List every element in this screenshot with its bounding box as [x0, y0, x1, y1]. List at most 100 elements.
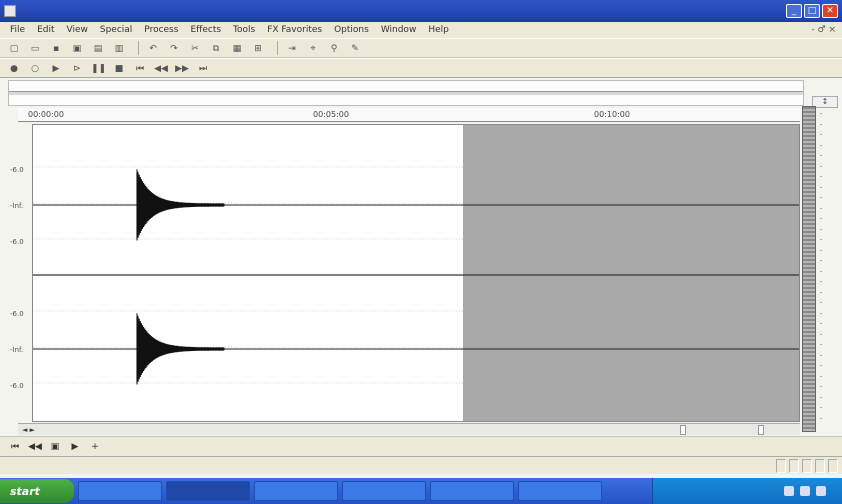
waveform-display[interactable]: [32, 124, 800, 422]
taskbar-item[interactable]: [166, 481, 250, 501]
taskbar-item[interactable]: [342, 481, 426, 501]
minimize-button[interactable]: _: [786, 4, 802, 18]
copy-icon[interactable]: ⧉: [208, 41, 224, 55]
playbar: ⏮ ◀◀ ▣ ▶ +: [0, 436, 842, 456]
print-icon[interactable]: ▤: [90, 41, 106, 55]
waveform-overview[interactable]: [8, 80, 804, 106]
stop-icon[interactable]: ■: [111, 61, 127, 75]
title-bar: _ □ ✕: [0, 0, 842, 22]
save-as-icon[interactable]: ▣: [69, 41, 85, 55]
menu-tools[interactable]: Tools: [227, 25, 261, 35]
meter-tick: -: [820, 320, 823, 327]
status-bar: [0, 456, 842, 474]
print-preview-icon[interactable]: ▥: [111, 41, 127, 55]
meter-tick: -: [820, 215, 823, 222]
menu-help[interactable]: Help: [422, 25, 455, 35]
mdi-window-controls[interactable]: - ♂ ×: [811, 25, 842, 35]
undo-icon[interactable]: ↶: [145, 41, 161, 55]
menu-process[interactable]: Process: [138, 25, 184, 35]
transport-toolbar: ● ○ ▶ ⊳ ❚❚ ■ ⏮ ◀◀ ▶▶ ⏭: [0, 58, 842, 78]
save-icon[interactable]: ▪: [48, 41, 64, 55]
open-icon[interactable]: ▭: [27, 41, 43, 55]
meter-tick: -: [820, 225, 823, 233]
meter-tick: -: [820, 288, 823, 296]
status-sample-rate: [776, 458, 786, 473]
ruler-tick-0: 00:00:00: [28, 110, 64, 119]
waveform-burst-bottom: [136, 313, 225, 385]
cut-icon[interactable]: ✂: [187, 41, 203, 55]
zoom-level-b[interactable]: [758, 425, 764, 435]
record-mini-icon[interactable]: ▣: [48, 441, 62, 453]
tray-security-icon[interactable]: [816, 486, 826, 496]
trim-icon[interactable]: ⇥: [284, 41, 300, 55]
go-end-icon[interactable]: ⏭: [195, 61, 211, 75]
scroll-arrows[interactable]: ◄ ►: [18, 426, 58, 434]
go-start-icon[interactable]: ⏮: [132, 61, 148, 75]
system-tray: [652, 478, 842, 504]
pencil-icon[interactable]: ✎: [347, 41, 363, 55]
time-ruler[interactable]: 00:00:00 00:05:00 00:10:00: [18, 108, 800, 122]
waveform-burst-top: [136, 169, 225, 241]
forward-icon[interactable]: ▶▶: [174, 61, 190, 75]
taskbar-item[interactable]: [78, 481, 162, 501]
maximize-button[interactable]: □: [804, 4, 820, 18]
redo-icon[interactable]: ↷: [166, 41, 182, 55]
tray-volume-icon[interactable]: [800, 486, 810, 496]
pause-icon[interactable]: ❚❚: [90, 61, 106, 75]
taskbar-item[interactable]: [254, 481, 338, 501]
meter-tick: -: [820, 372, 823, 380]
menu-fx-favorites[interactable]: FX Favorites: [261, 25, 328, 35]
go-start-icon[interactable]: ⏮: [8, 441, 22, 453]
tray-network-icon[interactable]: [784, 486, 794, 496]
close-button[interactable]: ✕: [822, 4, 838, 18]
rewind-icon[interactable]: ◀◀: [28, 441, 42, 453]
rewind-icon[interactable]: ◀◀: [153, 61, 169, 75]
taskbar-item[interactable]: [518, 481, 602, 501]
meter-tick: -: [820, 404, 823, 411]
record-icon[interactable]: ●: [6, 61, 22, 75]
new-icon[interactable]: ▢: [6, 41, 22, 55]
loop-icon[interactable]: ○: [27, 61, 43, 75]
tool-icon[interactable]: ⌖: [305, 41, 321, 55]
menu-edit[interactable]: Edit: [31, 25, 60, 35]
meter-tick: -: [820, 120, 823, 128]
toolbar-separator: [277, 41, 278, 55]
menu-bar: File Edit View Special Process Effects T…: [0, 22, 842, 38]
zoom-level-a[interactable]: [680, 425, 686, 435]
menu-options[interactable]: Options: [328, 25, 375, 35]
waveform-canvas[interactable]: [33, 125, 800, 422]
db-label: -6.0: [10, 238, 24, 246]
meter-tick: -: [820, 393, 823, 401]
db-label: -Inf.: [10, 202, 24, 210]
menu-effects[interactable]: Effects: [184, 25, 227, 35]
standard-toolbar: ▢ ▭ ▪ ▣ ▤ ▥ ↶ ↷ ✂ ⧉ ▦ ⊞ ⇥ ⌖ ⚲ ✎: [0, 38, 842, 58]
meter-tick: -: [820, 278, 823, 285]
menu-window[interactable]: Window: [375, 25, 423, 35]
mix-icon[interactable]: ⊞: [250, 41, 266, 55]
play-mini-icon[interactable]: ▶: [68, 441, 82, 453]
zoom-icon[interactable]: ⚲: [326, 41, 342, 55]
status-channels: [802, 458, 812, 473]
ruler-tick-2: 00:10:00: [594, 110, 630, 119]
meter-tick: -: [820, 236, 823, 243]
status-disk-space: [828, 458, 838, 473]
menu-file[interactable]: File: [4, 25, 31, 35]
level-meter-scale: - - - - - - - - - - - - - - - - - - - - - - - - - - - - - -: [818, 110, 838, 432]
level-ruler: -6.0 -Inf. -6.0 -6.0 -Inf. -6.0: [8, 124, 32, 422]
taskbar-item[interactable]: [430, 481, 514, 501]
toolbar-separator: [138, 41, 139, 55]
play-icon[interactable]: ▶: [48, 61, 64, 75]
menu-special[interactable]: Special: [94, 25, 138, 35]
meter-tick: -: [820, 131, 823, 138]
stop-mini-icon[interactable]: +: [88, 441, 102, 453]
paste-icon[interactable]: ▦: [229, 41, 245, 55]
windows-taskbar: start: [0, 478, 842, 504]
meter-tick: -: [820, 141, 823, 149]
start-button[interactable]: start: [0, 479, 74, 503]
play-cursor-icon[interactable]: ⊳: [69, 61, 85, 75]
status-bit-depth: [789, 458, 799, 473]
menu-view[interactable]: View: [61, 25, 94, 35]
meter-tick: -: [820, 299, 823, 306]
app-icon: [4, 5, 16, 17]
horizontal-scrollbar[interactable]: ◄ ►: [18, 423, 800, 435]
